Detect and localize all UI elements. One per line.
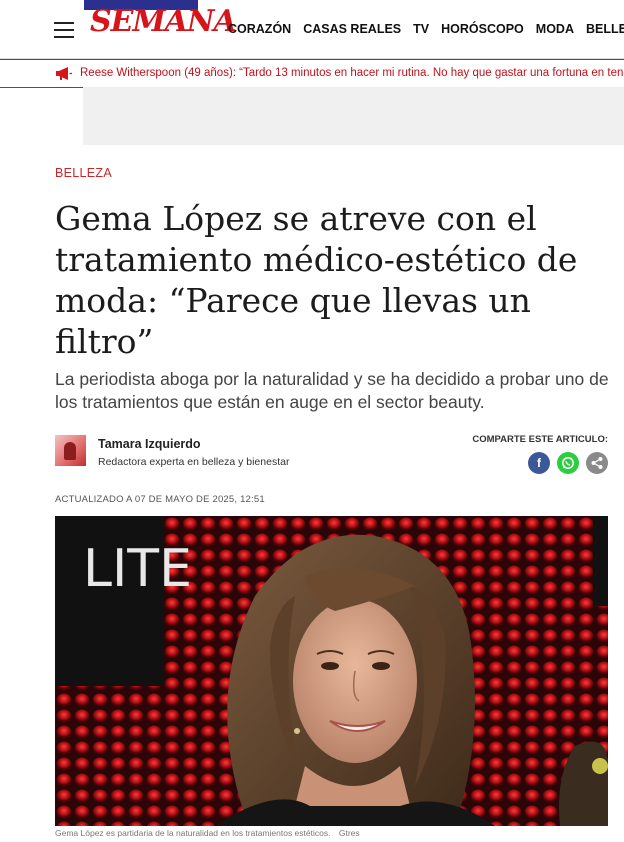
logo-text: SEMANA: [90, 4, 237, 39]
nav-item-moda[interactable]: MODA: [536, 22, 574, 36]
share-buttons: f: [528, 452, 608, 474]
article-main-photo[interactable]: LITE: [55, 516, 608, 826]
ticker-headline[interactable]: Reese Witherspoon (49 años): “Tardo 13 m…: [80, 67, 624, 79]
nav-item-belleza[interactable]: BELLEZA: [586, 22, 624, 36]
ad-placeholder: [83, 87, 624, 145]
nav-item-corazon[interactable]: CORAZÓN: [228, 22, 291, 36]
menu-icon[interactable]: [54, 22, 74, 38]
photo-sign-text: LITE: [83, 539, 192, 599]
site-header: SEMANA CORAZÓN CASAS REALES TV HORÓSCOPO…: [0, 0, 624, 59]
article-subtitle: La periodista aboga por la naturalidad y…: [55, 369, 609, 412]
nav-item-casas-reales[interactable]: CASAS REALES: [303, 22, 401, 36]
article: BELLEZA Gema López se atreve con el trat…: [43, 146, 624, 842]
updated-timestamp: ACTUALIZADO A 07 DE MAYO DE 2025, 12:51: [55, 494, 265, 505]
main-nav: CORAZÓN CASAS REALES TV HORÓSCOPO MODA B…: [228, 22, 624, 36]
share-label: COMPARTE ESTE ARTICULO:: [472, 434, 608, 445]
megaphone-icon: [56, 67, 72, 80]
share-icon[interactable]: [586, 452, 608, 474]
breaking-news-ticker[interactable]: Reese Witherspoon (49 años): “Tardo 13 m…: [0, 59, 624, 88]
photo-credit: Gtres: [338, 828, 360, 838]
nav-item-tv[interactable]: TV: [413, 22, 429, 36]
nav-item-horoscopo[interactable]: HORÓSCOPO: [441, 22, 524, 36]
site-logo[interactable]: SEMANA: [84, 0, 237, 48]
photo-illustration: LITE: [55, 516, 608, 826]
article-section-label[interactable]: BELLEZA: [55, 166, 112, 180]
facebook-icon[interactable]: f: [528, 452, 550, 474]
whatsapp-icon[interactable]: [557, 452, 579, 474]
author-name[interactable]: Tamara Izquierdo: [98, 437, 201, 451]
author-role: Redactora experta en belleza y bienestar: [98, 456, 290, 468]
photo-caption: Gema López es partidaria de la naturalid…: [55, 828, 360, 838]
author-avatar[interactable]: [55, 435, 86, 466]
caption-text: Gema López es partidaria de la naturalid…: [55, 828, 331, 838]
article-headline: Gema López se atreve con el tratamiento …: [55, 199, 578, 361]
